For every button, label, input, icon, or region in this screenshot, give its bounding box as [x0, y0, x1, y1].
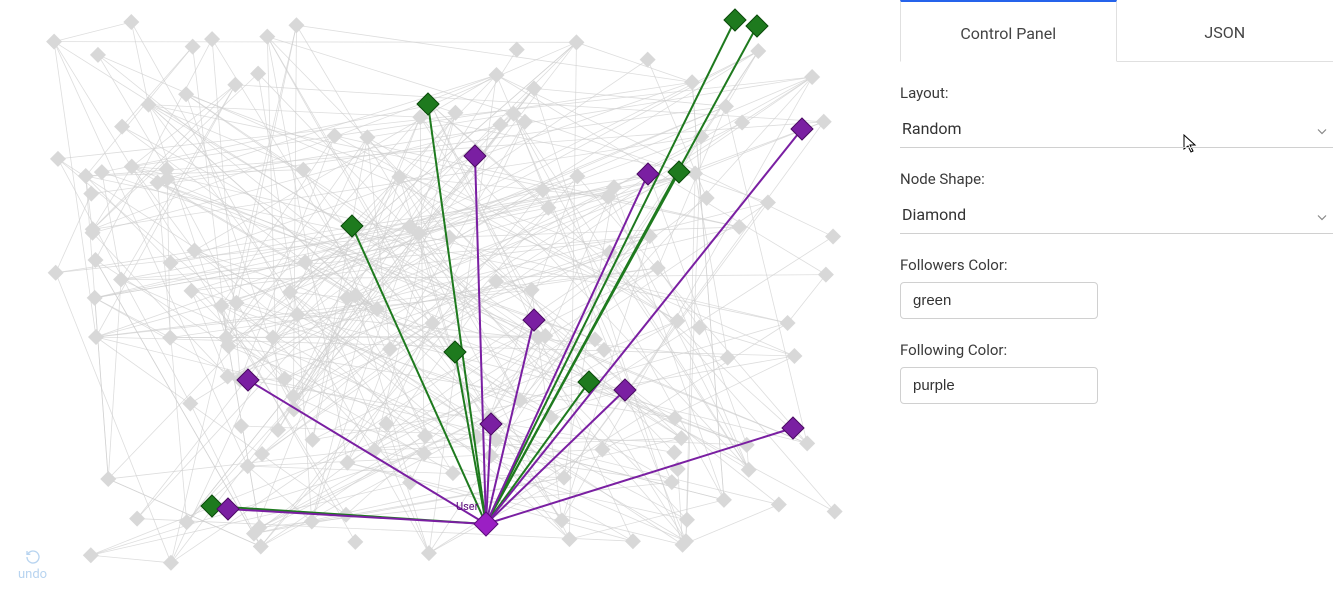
- center-node-label: User: [456, 500, 479, 513]
- background-node[interactable]: [185, 39, 201, 55]
- following-color-input[interactable]: [900, 367, 1098, 404]
- background-node[interactable]: [83, 186, 99, 202]
- background-node[interactable]: [786, 348, 802, 364]
- background-node[interactable]: [163, 555, 179, 571]
- background-node[interactable]: [50, 151, 66, 167]
- followers-color-label: Followers Color:: [900, 256, 1333, 274]
- background-node[interactable]: [233, 418, 249, 434]
- layout-label: Layout:: [900, 84, 1333, 102]
- background-node[interactable]: [87, 290, 103, 306]
- background-node[interactable]: [554, 512, 570, 528]
- background-node[interactable]: [827, 504, 843, 520]
- background-node[interactable]: [441, 229, 457, 245]
- background-node[interactable]: [750, 43, 766, 59]
- tabs: Control Panel JSON: [900, 0, 1333, 62]
- background-node[interactable]: [88, 329, 104, 345]
- background-node[interactable]: [123, 14, 139, 30]
- background-node[interactable]: [204, 31, 220, 47]
- undo-icon: [25, 549, 41, 565]
- background-node[interactable]: [178, 86, 194, 102]
- background-node[interactable]: [253, 538, 269, 554]
- background-node[interactable]: [594, 441, 610, 457]
- background-node[interactable]: [94, 164, 110, 180]
- tab-json[interactable]: JSON: [1117, 0, 1334, 61]
- background-node[interactable]: [445, 465, 461, 481]
- following-color-label: Following Color:: [900, 341, 1333, 359]
- background-node[interactable]: [720, 350, 736, 366]
- background-node[interactable]: [684, 74, 700, 90]
- background-node[interactable]: [625, 533, 641, 549]
- follower-node[interactable]: [746, 15, 768, 37]
- background-node[interactable]: [347, 534, 363, 550]
- following-node[interactable]: [217, 498, 239, 520]
- background-node[interactable]: [378, 416, 394, 432]
- side-panel: Control Panel JSON Layout: Random Node S…: [880, 0, 1343, 590]
- background-node[interactable]: [731, 219, 747, 235]
- background-node[interactable]: [780, 315, 796, 331]
- background-node[interactable]: [141, 97, 157, 113]
- background-node[interactable]: [46, 34, 62, 50]
- undo-label: undo: [18, 567, 47, 582]
- background-node[interactable]: [288, 17, 304, 33]
- background-node[interactable]: [182, 396, 198, 412]
- followers-color-input[interactable]: [900, 282, 1098, 319]
- background-node[interactable]: [509, 42, 525, 58]
- background-node[interactable]: [799, 435, 815, 451]
- background-node[interactable]: [114, 119, 130, 135]
- background-node[interactable]: [716, 492, 732, 508]
- background-node[interactable]: [83, 547, 99, 563]
- background-node[interactable]: [48, 265, 64, 281]
- background-node[interactable]: [816, 114, 832, 130]
- node-shape-label: Node Shape:: [900, 170, 1333, 188]
- network-graph[interactable]: User: [0, 0, 880, 590]
- follower-node[interactable]: [724, 9, 746, 31]
- background-node[interactable]: [825, 229, 841, 245]
- background-node[interactable]: [305, 432, 321, 448]
- background-node[interactable]: [421, 545, 437, 561]
- background-node[interactable]: [771, 497, 787, 513]
- background-node[interactable]: [718, 98, 734, 114]
- graph-pane[interactable]: User undo: [0, 0, 880, 590]
- background-node[interactable]: [417, 428, 433, 444]
- node-shape-select[interactable]: Diamond: [900, 196, 1333, 234]
- background-node[interactable]: [186, 243, 202, 259]
- layout-select[interactable]: Random: [900, 110, 1333, 148]
- background-node[interactable]: [561, 531, 577, 547]
- background-node[interactable]: [90, 47, 106, 63]
- background-node[interactable]: [804, 69, 820, 85]
- undo-button[interactable]: undo: [18, 549, 47, 582]
- background-node[interactable]: [569, 168, 585, 184]
- tab-control-panel[interactable]: Control Panel: [900, 0, 1117, 62]
- background-node[interactable]: [818, 267, 834, 283]
